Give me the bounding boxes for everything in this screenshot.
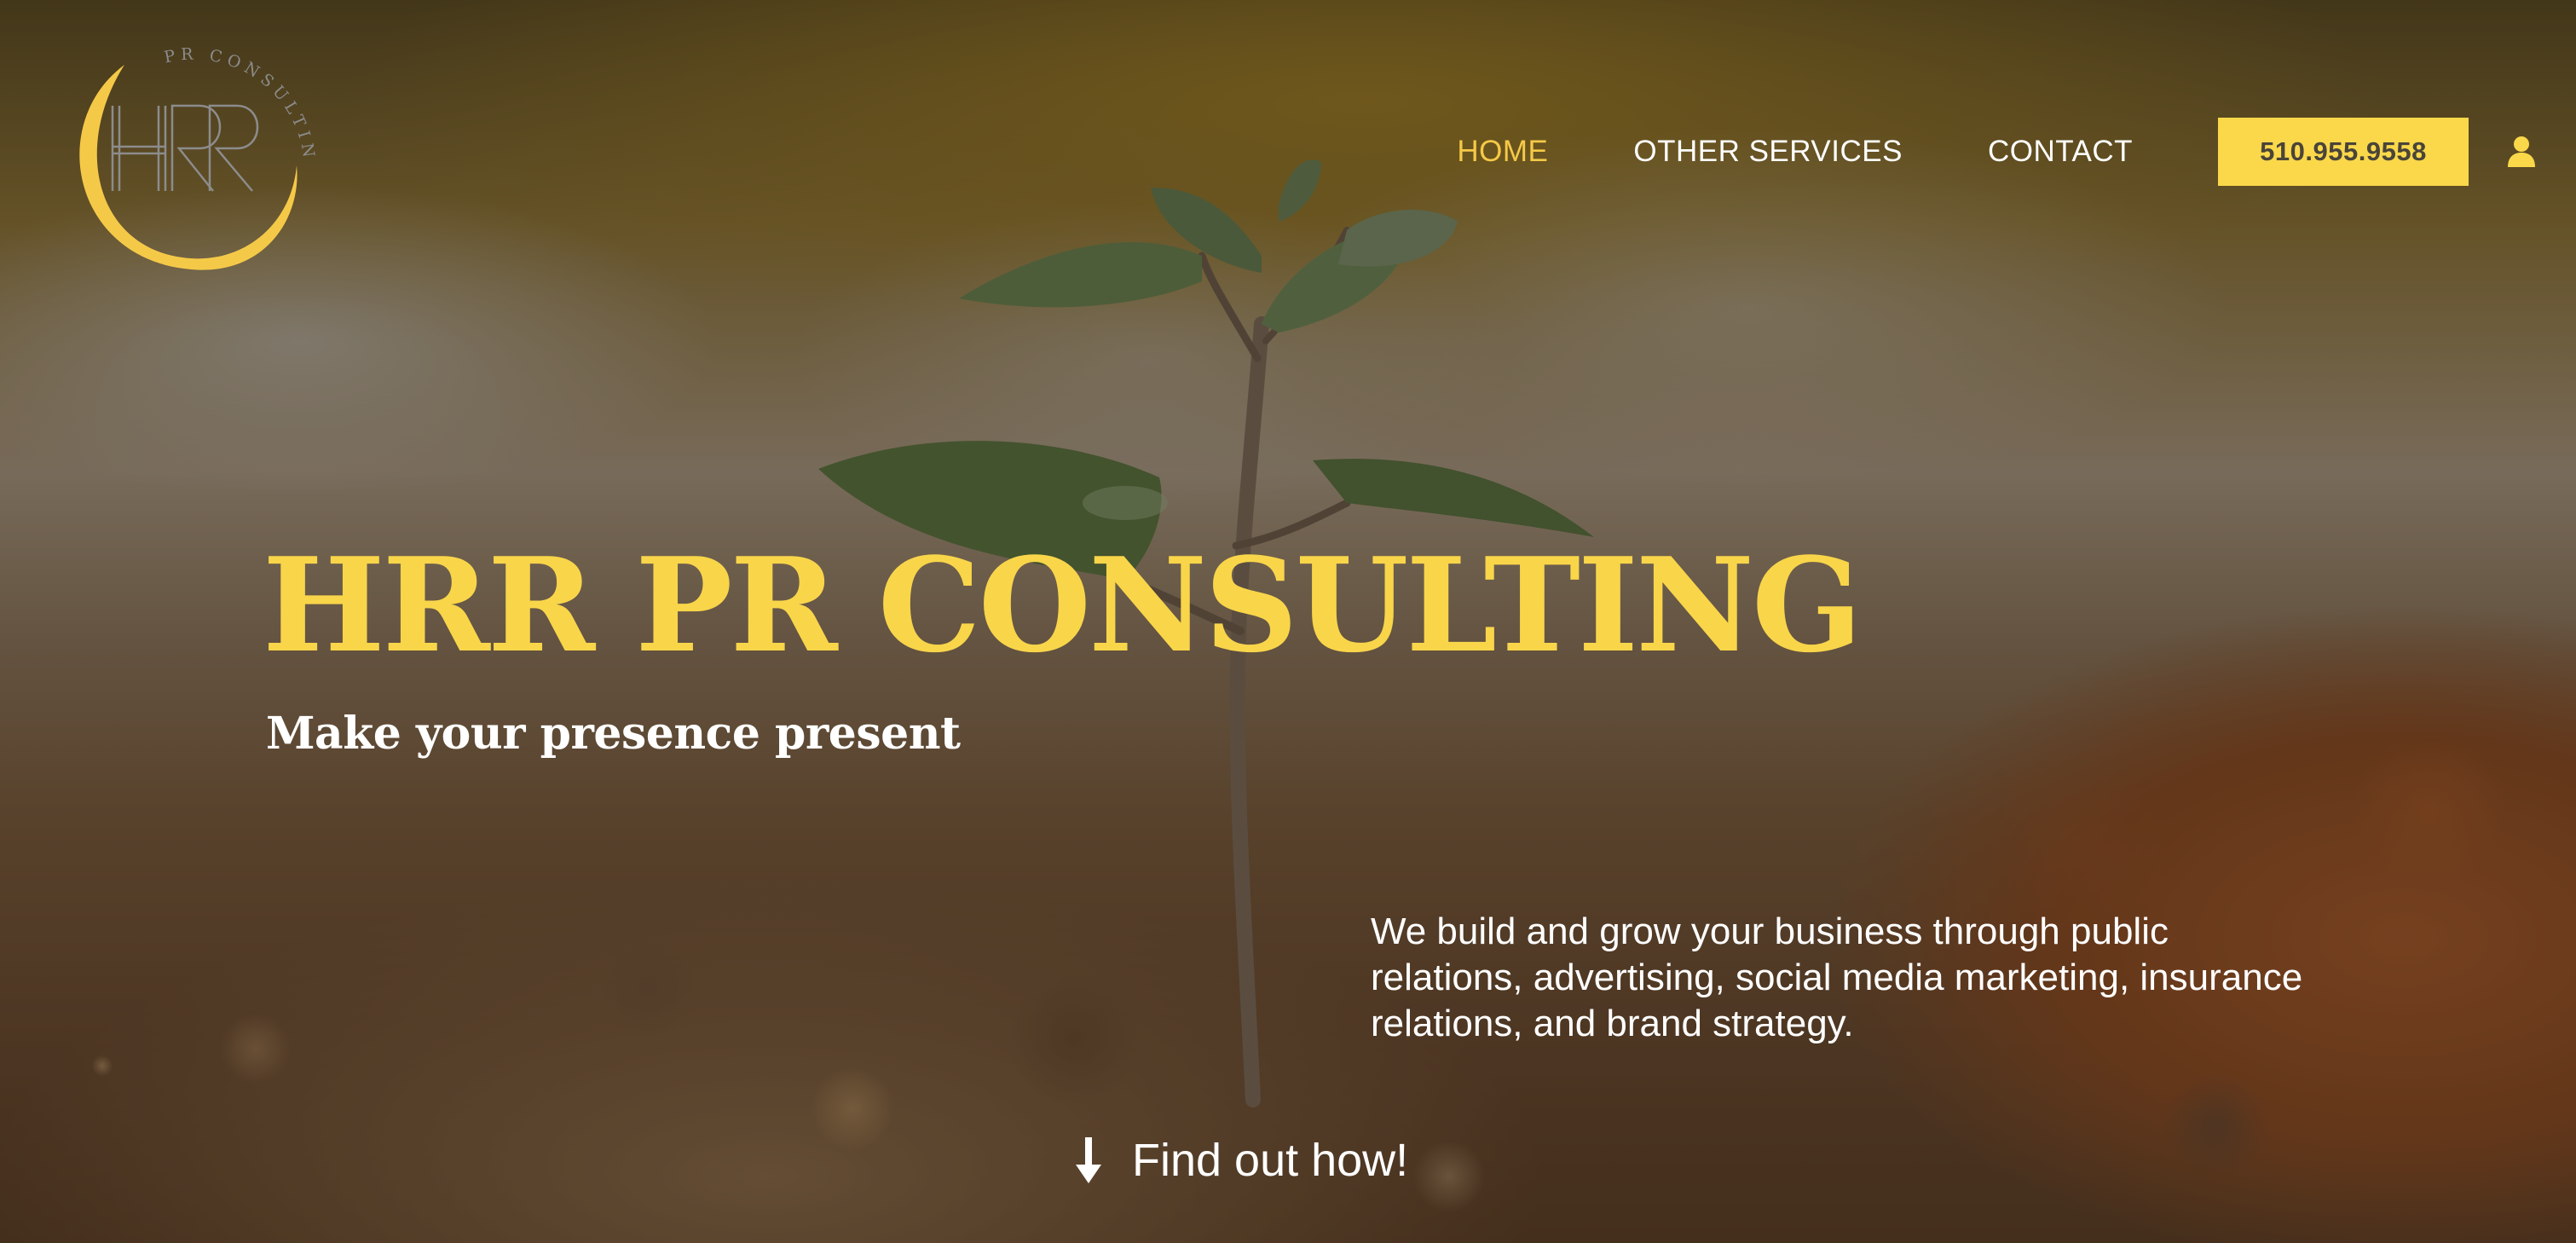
- hero-subtitle: Make your presence present: [266, 708, 961, 760]
- phone-button[interactable]: 510.955.9558: [2218, 118, 2469, 186]
- hero-description: We build and grow your business through …: [1371, 911, 2303, 1044]
- find-out-how-link[interactable]: Find out how!: [1076, 1134, 1408, 1187]
- main-nav: HOME OTHER SERVICES CONTACT 510.955.9558: [1457, 118, 2576, 186]
- arrow-down-icon: [1076, 1137, 1101, 1183]
- nav-link-other-services[interactable]: OTHER SERVICES: [1633, 135, 1903, 169]
- nav-link-home[interactable]: HOME: [1457, 135, 1548, 169]
- logo[interactable]: PR CONSULTING: [63, 29, 319, 285]
- hero-title: HRR PR CONSULTING: [263, 529, 1863, 681]
- nav-link-contact[interactable]: CONTACT: [1988, 135, 2133, 169]
- find-out-how-label: Find out how!: [1132, 1135, 1409, 1186]
- user-icon[interactable]: [2504, 135, 2538, 169]
